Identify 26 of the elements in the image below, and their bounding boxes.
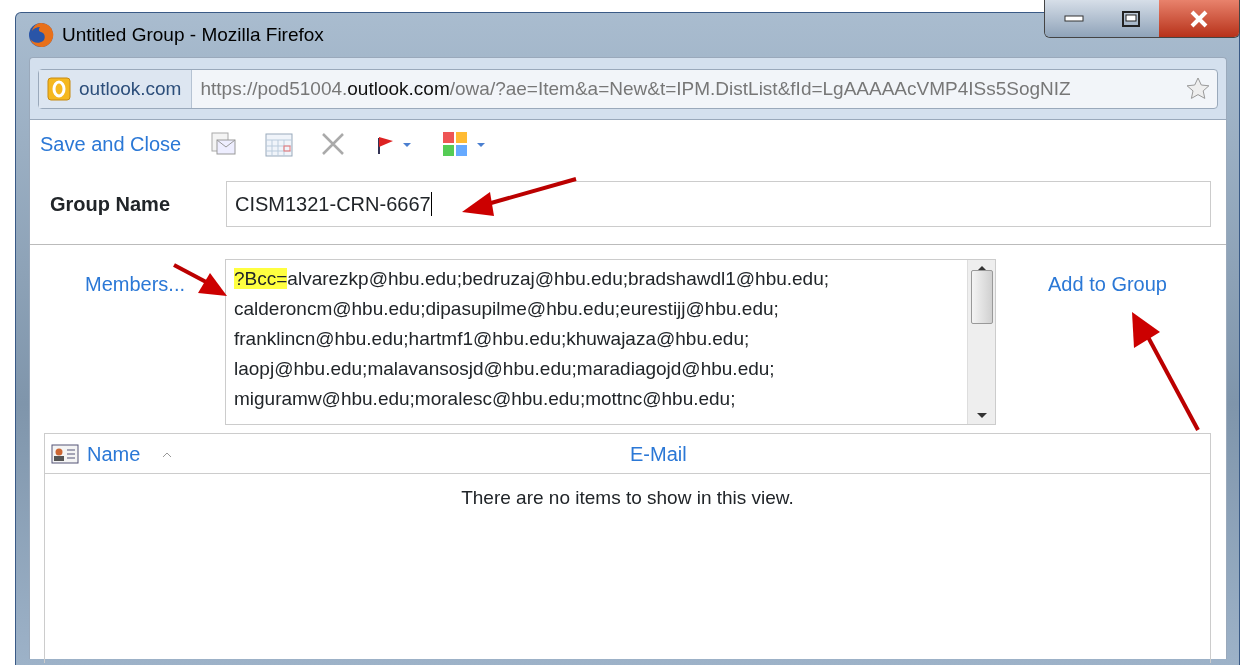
site-label: outlook.com — [79, 76, 182, 101]
close-button[interactable] — [1159, 0, 1239, 37]
add-to-group-link[interactable]: Add to Group — [1048, 273, 1167, 295]
maximize-button[interactable] — [1102, 0, 1159, 37]
column-header[interactable]: E-Mail — [630, 438, 687, 469]
maximize-icon — [1121, 10, 1140, 27]
save-and-close-link[interactable]: Save and Close — [40, 129, 182, 159]
scrollbar[interactable] — [967, 260, 995, 424]
group-name-field[interactable]: CISM1321-CRN-6667 — [226, 181, 1211, 227]
members-field[interactable]: ?Bcc=alvarezkp@hbu.edu;bedruzaj@hbu.edu;bradshawdl1@hbu.edu; calderoncm@hbu.edu;dipasupilme@hbu.edu;eurestijj@hbu.edu; franklincn@hbu.edu;hartmf1@hbu.edu;khuwajaza@hbu.edu; laopj@hbu.edu;malavansosjd@hbu.edu;maradiagojd@hbu.edu; miguramw@hbu.edu;moralesc@hbu.edu;mottnc@hbu.edu; — [225, 259, 996, 425]
window-title: Untitled Group - Mozilla Firefox — [62, 22, 324, 47]
scroll-down-icon[interactable] — [975, 412, 988, 420]
column-header[interactable]: Name — [87, 438, 141, 469]
browser-logo-icon — [28, 22, 54, 48]
site-logo-icon — [47, 77, 71, 101]
minimize-icon — [1063, 14, 1084, 23]
close-icon — [1189, 9, 1209, 28]
url-text: https://pod51004.outlook.com/owa/?ae=Item&a=New&t=IPM.DistList&fId=LgAAAAAcVMP4ISs5SogNIZ — [199, 76, 1072, 101]
group-name-label: Group Name — [49, 192, 172, 217]
bookmark-star-icon[interactable] — [1185, 76, 1211, 102]
empty-message: There are no items to show in this view. — [460, 486, 795, 510]
contact-card-icon — [51, 443, 79, 464]
members-link[interactable]: Members... — [84, 273, 185, 295]
delete-icon[interactable] — [321, 132, 346, 156]
address-bar[interactable]: outlook.com https://pod51004.outlook.com/owa/?ae=Item&a=New&t=IPM.DistList&fId=LgAAAAAcVMP4ISs5SogNIZ — [38, 69, 1218, 109]
minimize-button[interactable] — [1045, 0, 1102, 37]
